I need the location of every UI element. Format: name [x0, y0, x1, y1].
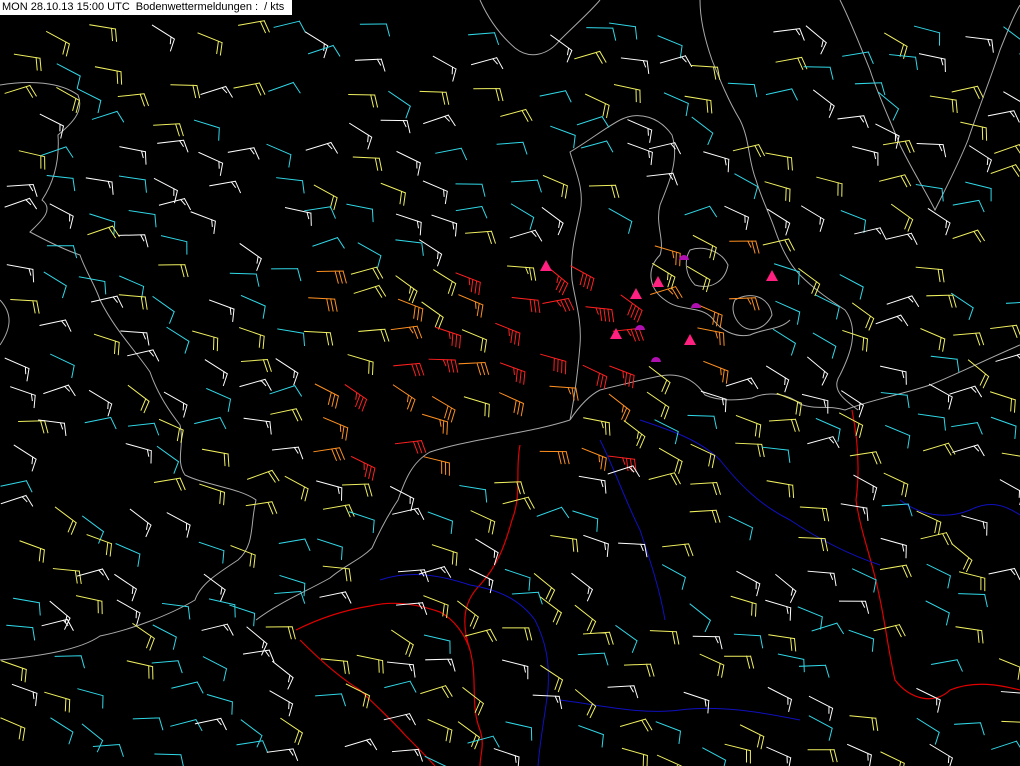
synoptic-map — [0, 0, 1020, 766]
header-title: MON 28.10.13 15:00 UTC — [2, 1, 130, 13]
map-header: MON 28.10.13 15:00 UTC Bodenwettermeldung… — [0, 0, 293, 15]
header-product: Bodenwettermeldungen : — [135, 1, 259, 13]
header-units: / kts — [264, 1, 285, 13]
